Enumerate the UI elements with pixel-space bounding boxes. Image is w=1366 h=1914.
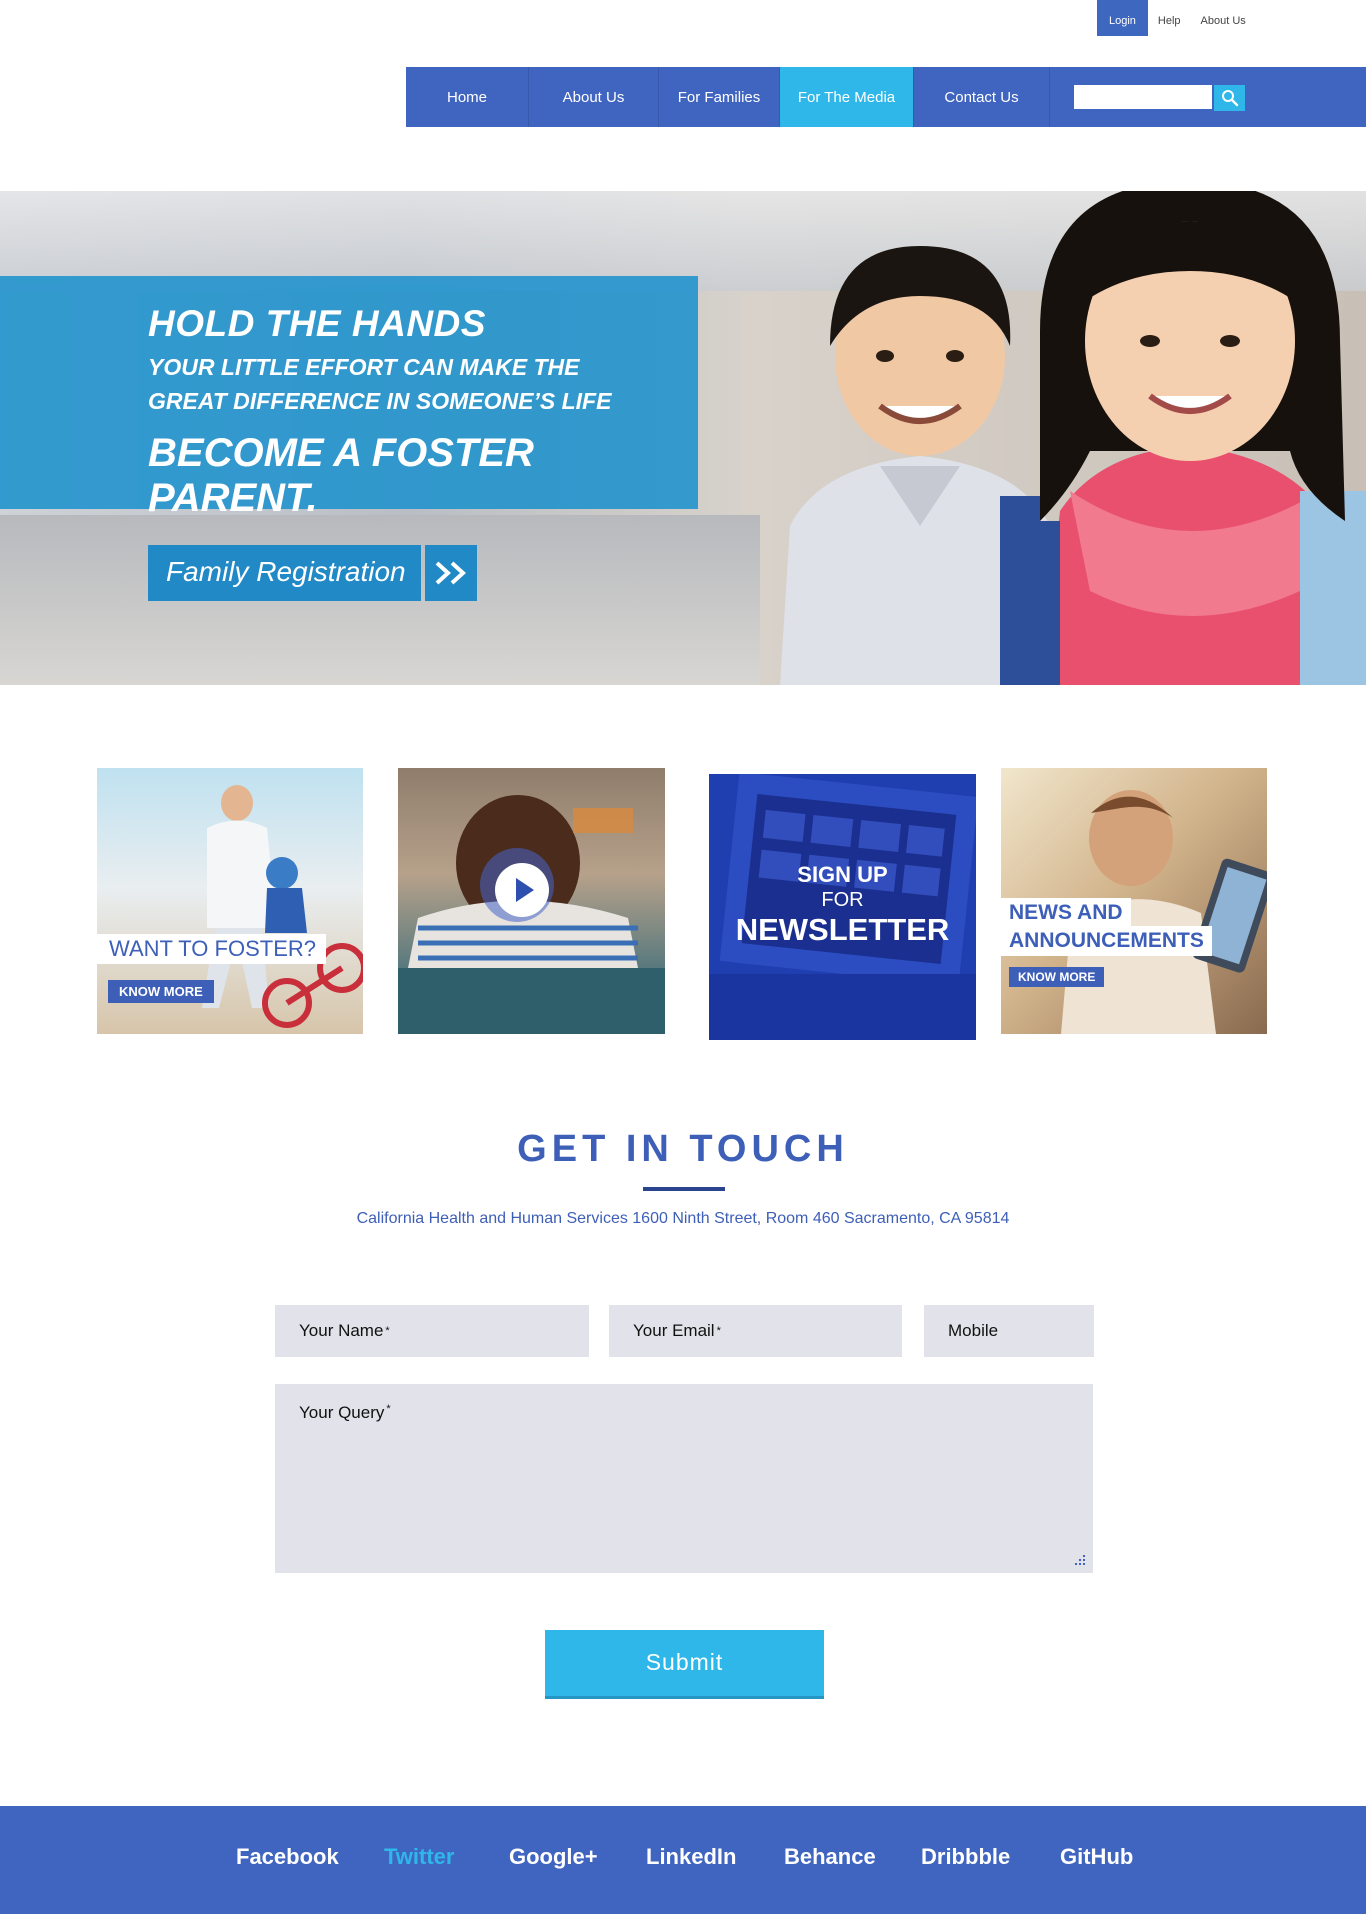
tile-newsletter-signup[interactable]: SIGN UP FOR NEWSLETTER [709, 774, 976, 1040]
nav-item-home[interactable]: Home [406, 67, 529, 127]
name-field-placeholder: Your Name [299, 1321, 384, 1340]
nav-item-for-families[interactable]: For Families [659, 67, 780, 127]
email-field-placeholder: Your Email [633, 1321, 715, 1340]
query-field-placeholder: Your Query [299, 1403, 385, 1422]
tile-news-caption: NEWS AND [1001, 898, 1131, 928]
query-required-mark: * [386, 1403, 391, 1415]
footer-link-twitter[interactable]: Twitter [384, 1844, 454, 1870]
tile-news-announcements[interactable]: NEWS AND ANNOUNCEMENTS KNOW MORE [1001, 768, 1267, 1034]
search-button[interactable] [1214, 85, 1245, 111]
search-box [1074, 85, 1245, 111]
email-field[interactable]: Your Email * [609, 1305, 902, 1357]
nav-item-for-the-media[interactable]: For The Media [780, 67, 914, 127]
tile-news-caption-box-2: ANNOUNCEMENTS [1001, 926, 1212, 956]
hero-girl-photo [1020, 191, 1366, 685]
tile-want-to-foster[interactable]: WANT TO FOSTER? KNOW MORE [97, 768, 363, 1034]
footer-link-dribbble[interactable]: Dribbble [921, 1844, 1010, 1870]
utility-about-link[interactable]: About Us [1191, 0, 1256, 36]
email-required-mark: * [716, 1325, 721, 1337]
family-registration-label: Family Registration [148, 545, 421, 601]
newsletter-line-1: SIGN UP [797, 862, 888, 887]
tile-news-caption-line-1: NEWS AND [1009, 901, 1123, 924]
contact-title-divider [643, 1187, 725, 1191]
mobile-field[interactable]: Mobile [924, 1305, 1094, 1357]
tile-video[interactable] [398, 768, 665, 1034]
hero-cta-text: BECOME A FOSTER PARENT. [148, 431, 534, 520]
utility-help-link[interactable]: Help [1148, 0, 1191, 36]
hero-subtitle: YOUR LITTLE EFFORT CAN MAKE THE GREAT DI… [148, 350, 668, 418]
search-input[interactable] [1074, 85, 1212, 109]
tile-foster-know-more-button[interactable]: KNOW MORE [108, 980, 214, 1003]
utility-login-link[interactable]: Login [1097, 0, 1148, 36]
name-field[interactable]: Your Name * [275, 1305, 589, 1357]
footer-link-google-plus[interactable]: Google+ [509, 1844, 598, 1870]
hero-subtitle-line-1: YOUR LITTLE EFFORT CAN MAKE THE [148, 354, 580, 380]
hero-subtitle-line-2: GREAT DIFFERENCE IN SOMEONE’S LIFE [148, 388, 612, 414]
footer-link-github[interactable]: GitHub [1060, 1844, 1133, 1870]
tile-news-know-more-button[interactable]: KNOW MORE [1009, 967, 1105, 987]
mobile-field-placeholder: Mobile [948, 1321, 999, 1340]
play-icon[interactable] [494, 862, 550, 918]
main-nav: Home About Us For Families For The Media… [406, 67, 1366, 127]
newsletter-line-3: NEWSLETTER [735, 912, 950, 947]
hero-title: HOLD THE HANDS [148, 303, 486, 344]
newsletter-line-2: FOR [821, 889, 864, 911]
utility-nav: Login Help About Us [1097, 0, 1256, 36]
double-chevron-right-icon [424, 545, 477, 601]
footer-link-facebook[interactable]: Facebook [236, 1844, 339, 1870]
query-textarea[interactable]: Your Query * [275, 1384, 1093, 1573]
tile-foster-caption: WANT TO FOSTER? [97, 934, 326, 964]
name-required-mark: * [385, 1325, 390, 1337]
family-registration-button[interactable]: Family Registration [148, 545, 477, 601]
contact-title: GET IN TOUCH [517, 1128, 849, 1170]
contact-address: California Health and Human Services 160… [356, 1210, 1010, 1227]
footer-link-behance[interactable]: Behance [784, 1844, 876, 1870]
footer-link-linkedin[interactable]: LinkedIn [646, 1844, 736, 1870]
nav-item-contact-us[interactable]: Contact Us [914, 67, 1050, 127]
nav-item-about-us[interactable]: About Us [529, 67, 659, 127]
hero-message-panel: HOLD THE HANDS YOUR LITTLE EFFORT CAN MA… [0, 276, 698, 520]
submit-button[interactable]: Submit [545, 1630, 824, 1696]
resize-handle-icon[interactable] [1075, 1555, 1085, 1565]
hero-banner: HOLD THE HANDS YOUR LITTLE EFFORT CAN MA… [0, 191, 1366, 685]
search-icon [1221, 90, 1238, 107]
footer: Facebook Twitter Google+ LinkedIn Behanc… [0, 1806, 1366, 1914]
tile-news-caption-line-2: ANNOUNCEMENTS [1009, 929, 1204, 952]
